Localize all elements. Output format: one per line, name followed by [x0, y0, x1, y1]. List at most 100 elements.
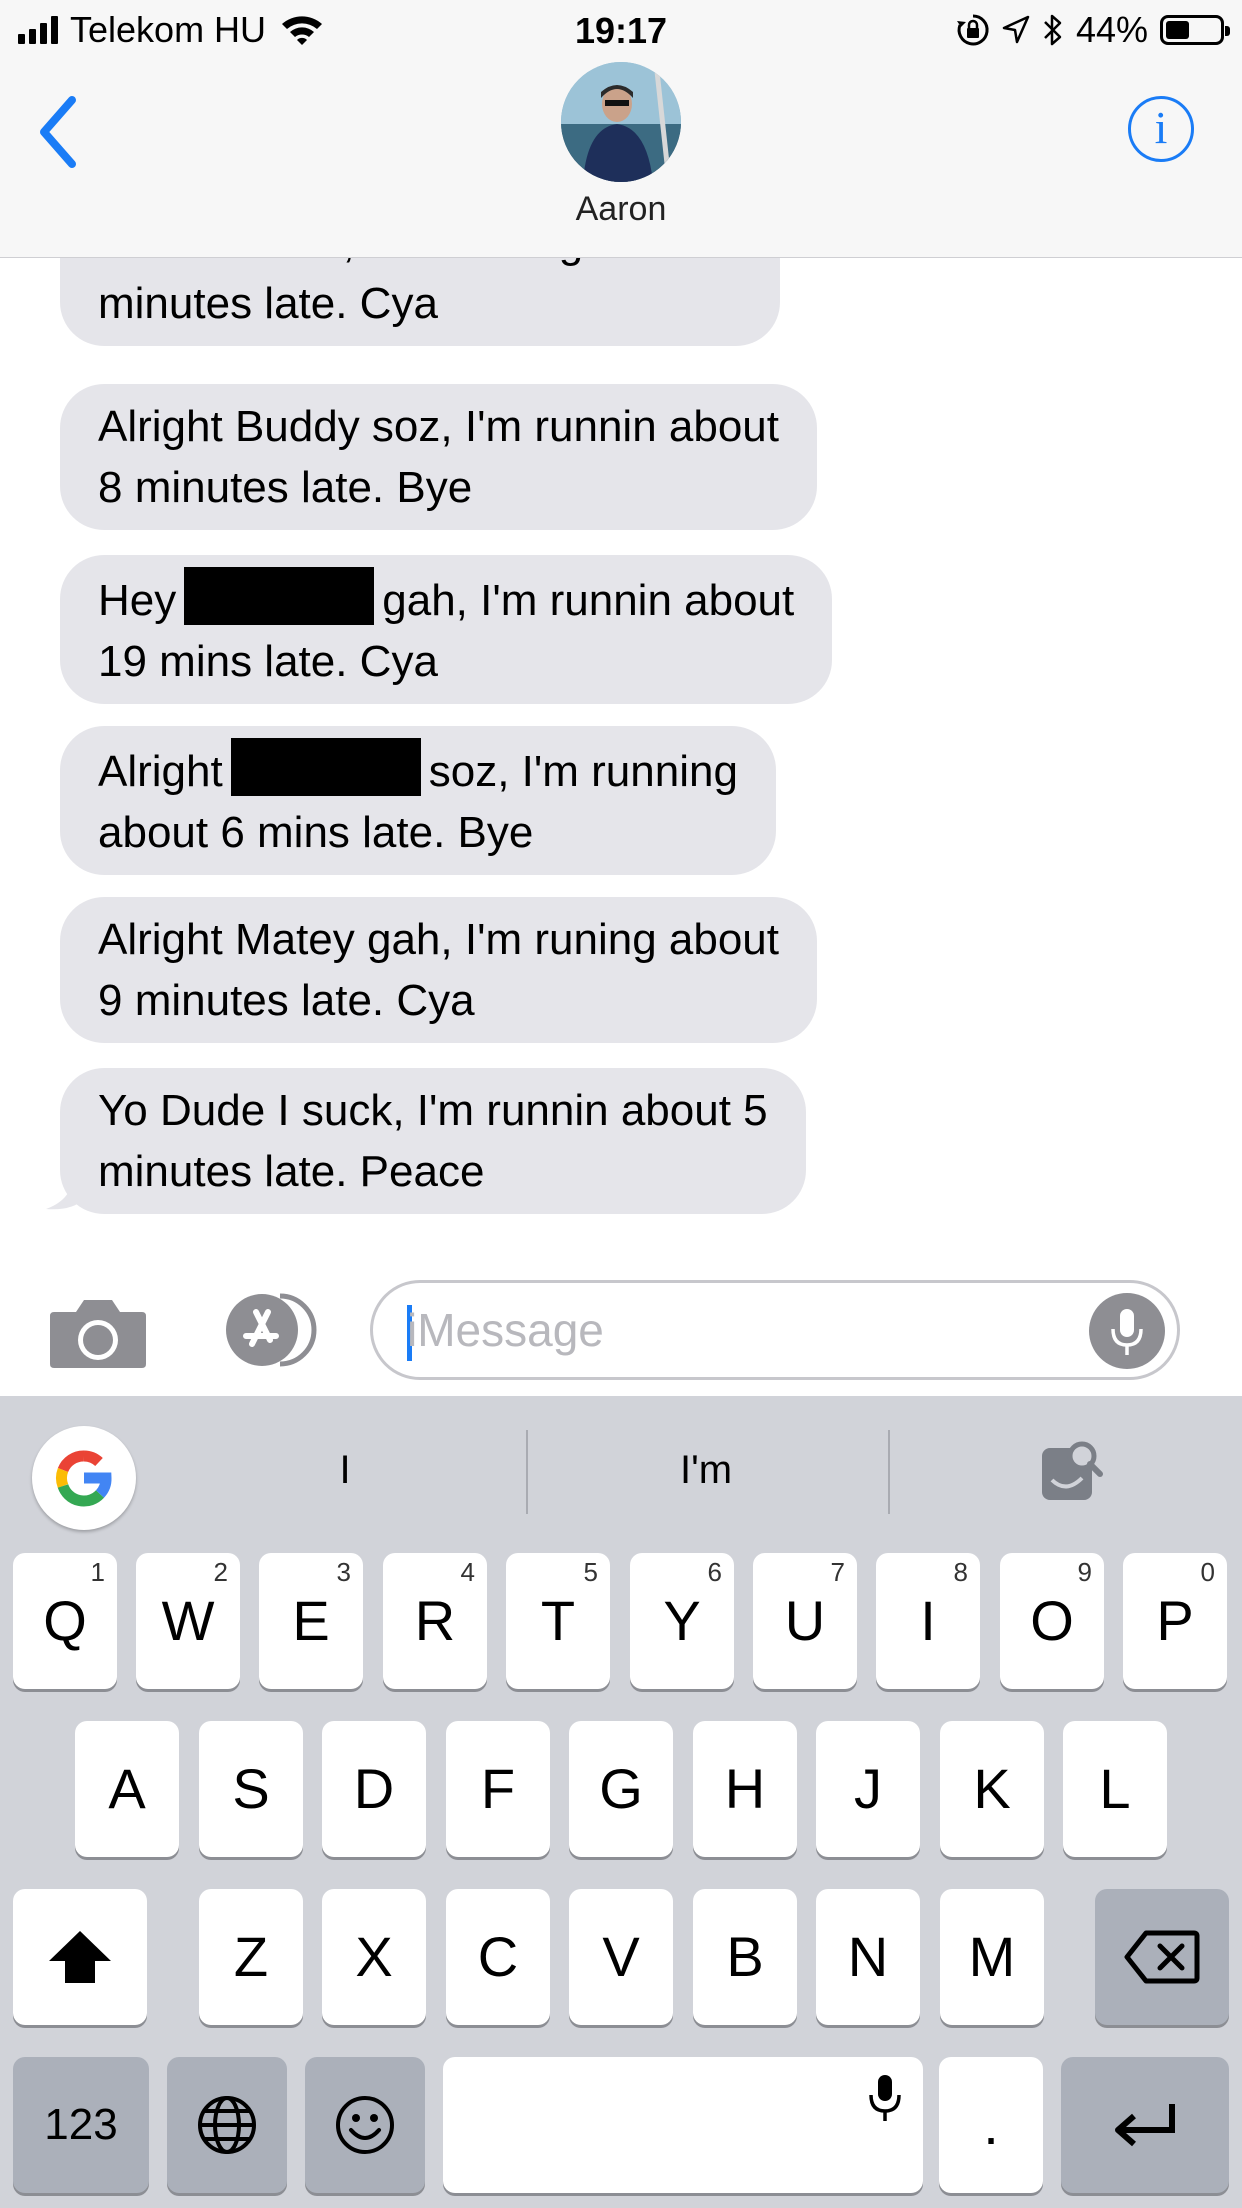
info-button[interactable]: i [1128, 96, 1194, 162]
emoji-key[interactable] [305, 2057, 425, 2193]
key-t[interactable]: T5 [506, 1553, 610, 1689]
message-text: Hey [98, 576, 177, 625]
key-n[interactable]: N [816, 1889, 920, 2025]
message-bubble[interactable]: Hi Pal I suck, I'm running about 9 minut… [60, 258, 781, 346]
space-key[interactable] [443, 2057, 923, 2193]
key-label: P [1156, 1589, 1194, 1652]
key-e[interactable]: E3 [259, 1553, 363, 1689]
key-o[interactable]: O9 [1000, 1553, 1104, 1689]
suggestion-bar: I I'm [0, 1396, 1242, 1556]
microphone-icon [869, 2075, 901, 2121]
google-g-icon[interactable] [32, 1426, 136, 1530]
key-w[interactable]: W2 [136, 1553, 240, 1689]
key-label: H [724, 1757, 766, 1820]
key-c[interactable]: C [446, 1889, 550, 2025]
key-a[interactable]: A [75, 1721, 179, 1857]
return-arrow-icon [1115, 2104, 1175, 2147]
key-hint: 5 [583, 1557, 598, 1587]
message-text: gah, I'm runnin about [382, 576, 795, 625]
key-hint: 9 [1077, 1557, 1092, 1587]
app-store-icon[interactable] [210, 1290, 318, 1370]
message-line: minutes late. Cya [98, 279, 438, 328]
keyboard: I I'm Q1 W2 E3 R4 T5 Y6 U7 I8 O9 P0 A S … [0, 1396, 1242, 2208]
suggestion-item[interactable]: I'm [626, 1448, 786, 1493]
shift-key[interactable] [13, 1889, 147, 2025]
key-i[interactable]: I8 [876, 1553, 980, 1689]
message-list[interactable]: Hi Pal I suck, I'm running about 9 minut… [0, 258, 1242, 1238]
key-m[interactable]: M [940, 1889, 1044, 2025]
message-bubble[interactable]: Alright Buddy soz, I'm runnin about 8 mi… [60, 384, 817, 530]
key-label: B [726, 1925, 764, 1988]
battery-icon [1160, 15, 1230, 45]
key-y[interactable]: Y6 [630, 1553, 734, 1689]
message-bubble[interactable]: Alright Matey gah, I'm runing about 9 mi… [60, 897, 817, 1043]
key-x[interactable]: X [322, 1889, 426, 2025]
key-h[interactable]: H [693, 1721, 797, 1857]
camera-icon[interactable] [48, 1294, 148, 1370]
key-r[interactable]: R4 [383, 1553, 487, 1689]
key-j[interactable]: J [816, 1721, 920, 1857]
rotation-lock-icon [956, 14, 989, 46]
contact-name[interactable]: Aaron [0, 190, 1242, 229]
return-key[interactable] [1061, 2057, 1229, 2193]
key-label: Q [43, 1589, 87, 1652]
key-z[interactable]: Z [199, 1889, 303, 2025]
message-bubble[interactable]: Alright soz, I'm running about 6 mins lat… [60, 726, 776, 875]
delete-key[interactable] [1095, 1889, 1229, 2025]
key-label: E [292, 1589, 330, 1652]
globe-key[interactable] [167, 2057, 287, 2193]
sticker-search-icon[interactable] [1038, 1438, 1104, 1504]
composer-bar: iMessage [0, 1238, 1242, 1396]
key-label: I [920, 1589, 936, 1652]
message-input[interactable]: iMessage [370, 1280, 1180, 1380]
redaction-box [230, 738, 421, 796]
key-label: Y [663, 1589, 701, 1652]
suggestion-item[interactable]: I [300, 1448, 390, 1493]
microphone-icon [1111, 1309, 1143, 1355]
status-right: 44% [956, 9, 1230, 50]
message-line: Alright soz, I'm running [98, 738, 738, 802]
key-u[interactable]: U7 [753, 1553, 857, 1689]
key-label: M [968, 1925, 1016, 1988]
message-line: minutes late. Peace [98, 1147, 485, 1196]
suggestion-divider [526, 1430, 528, 1514]
key-v[interactable]: V [569, 1889, 673, 2025]
location-icon [1002, 15, 1030, 44]
key-f[interactable]: F [446, 1721, 550, 1857]
key-label: O [1030, 1589, 1074, 1652]
key-l[interactable]: L [1063, 1721, 1167, 1857]
key-label: L [1099, 1757, 1131, 1820]
key-label: J [854, 1757, 882, 1820]
message-line: Yo Dude I suck, I'm runnin about 5 [98, 1086, 768, 1135]
conversation-header: Aaron i [0, 62, 1242, 258]
numbers-key[interactable]: 123 [13, 2057, 149, 2193]
backspace-icon [1124, 1930, 1200, 1984]
message-bubble[interactable]: Yo Dude I suck, I'm runnin about 5 minut… [60, 1068, 806, 1214]
back-chevron-icon[interactable] [34, 92, 84, 172]
period-key[interactable]: . [939, 2057, 1043, 2193]
key-d[interactable]: D [322, 1721, 426, 1857]
key-g[interactable]: G [569, 1721, 673, 1857]
key-hint: 4 [460, 1557, 475, 1587]
key-b[interactable]: B [693, 1889, 797, 2025]
message-bubble[interactable]: Hey gah, I'm runnin about 19 mins late. C… [60, 555, 833, 704]
key-label: X [355, 1925, 393, 1988]
key-k[interactable]: K [940, 1721, 1044, 1857]
bluetooth-icon [1044, 14, 1062, 46]
key-s[interactable]: S [199, 1721, 303, 1857]
dictation-button[interactable] [1089, 1293, 1165, 1369]
key-hint: 3 [336, 1557, 351, 1587]
contact-avatar[interactable] [561, 62, 681, 182]
status-bar: Telekom HU 19:17 44% [0, 0, 1242, 62]
key-q[interactable]: Q1 [13, 1553, 117, 1689]
message-line: Alright Matey gah, I'm runing about [98, 915, 779, 964]
key-label: U [784, 1589, 826, 1652]
key-hint: 1 [90, 1557, 105, 1587]
key-label: C [477, 1925, 519, 1988]
message-text: Alright [98, 747, 223, 796]
message-line: Hi Pal I suck, I'm running about 9 [98, 258, 742, 273]
key-label: Z [233, 1925, 269, 1988]
key-p[interactable]: P0 [1123, 1553, 1227, 1689]
message-line: about 6 mins late. Bye [98, 808, 534, 857]
key-label: F [480, 1757, 516, 1820]
